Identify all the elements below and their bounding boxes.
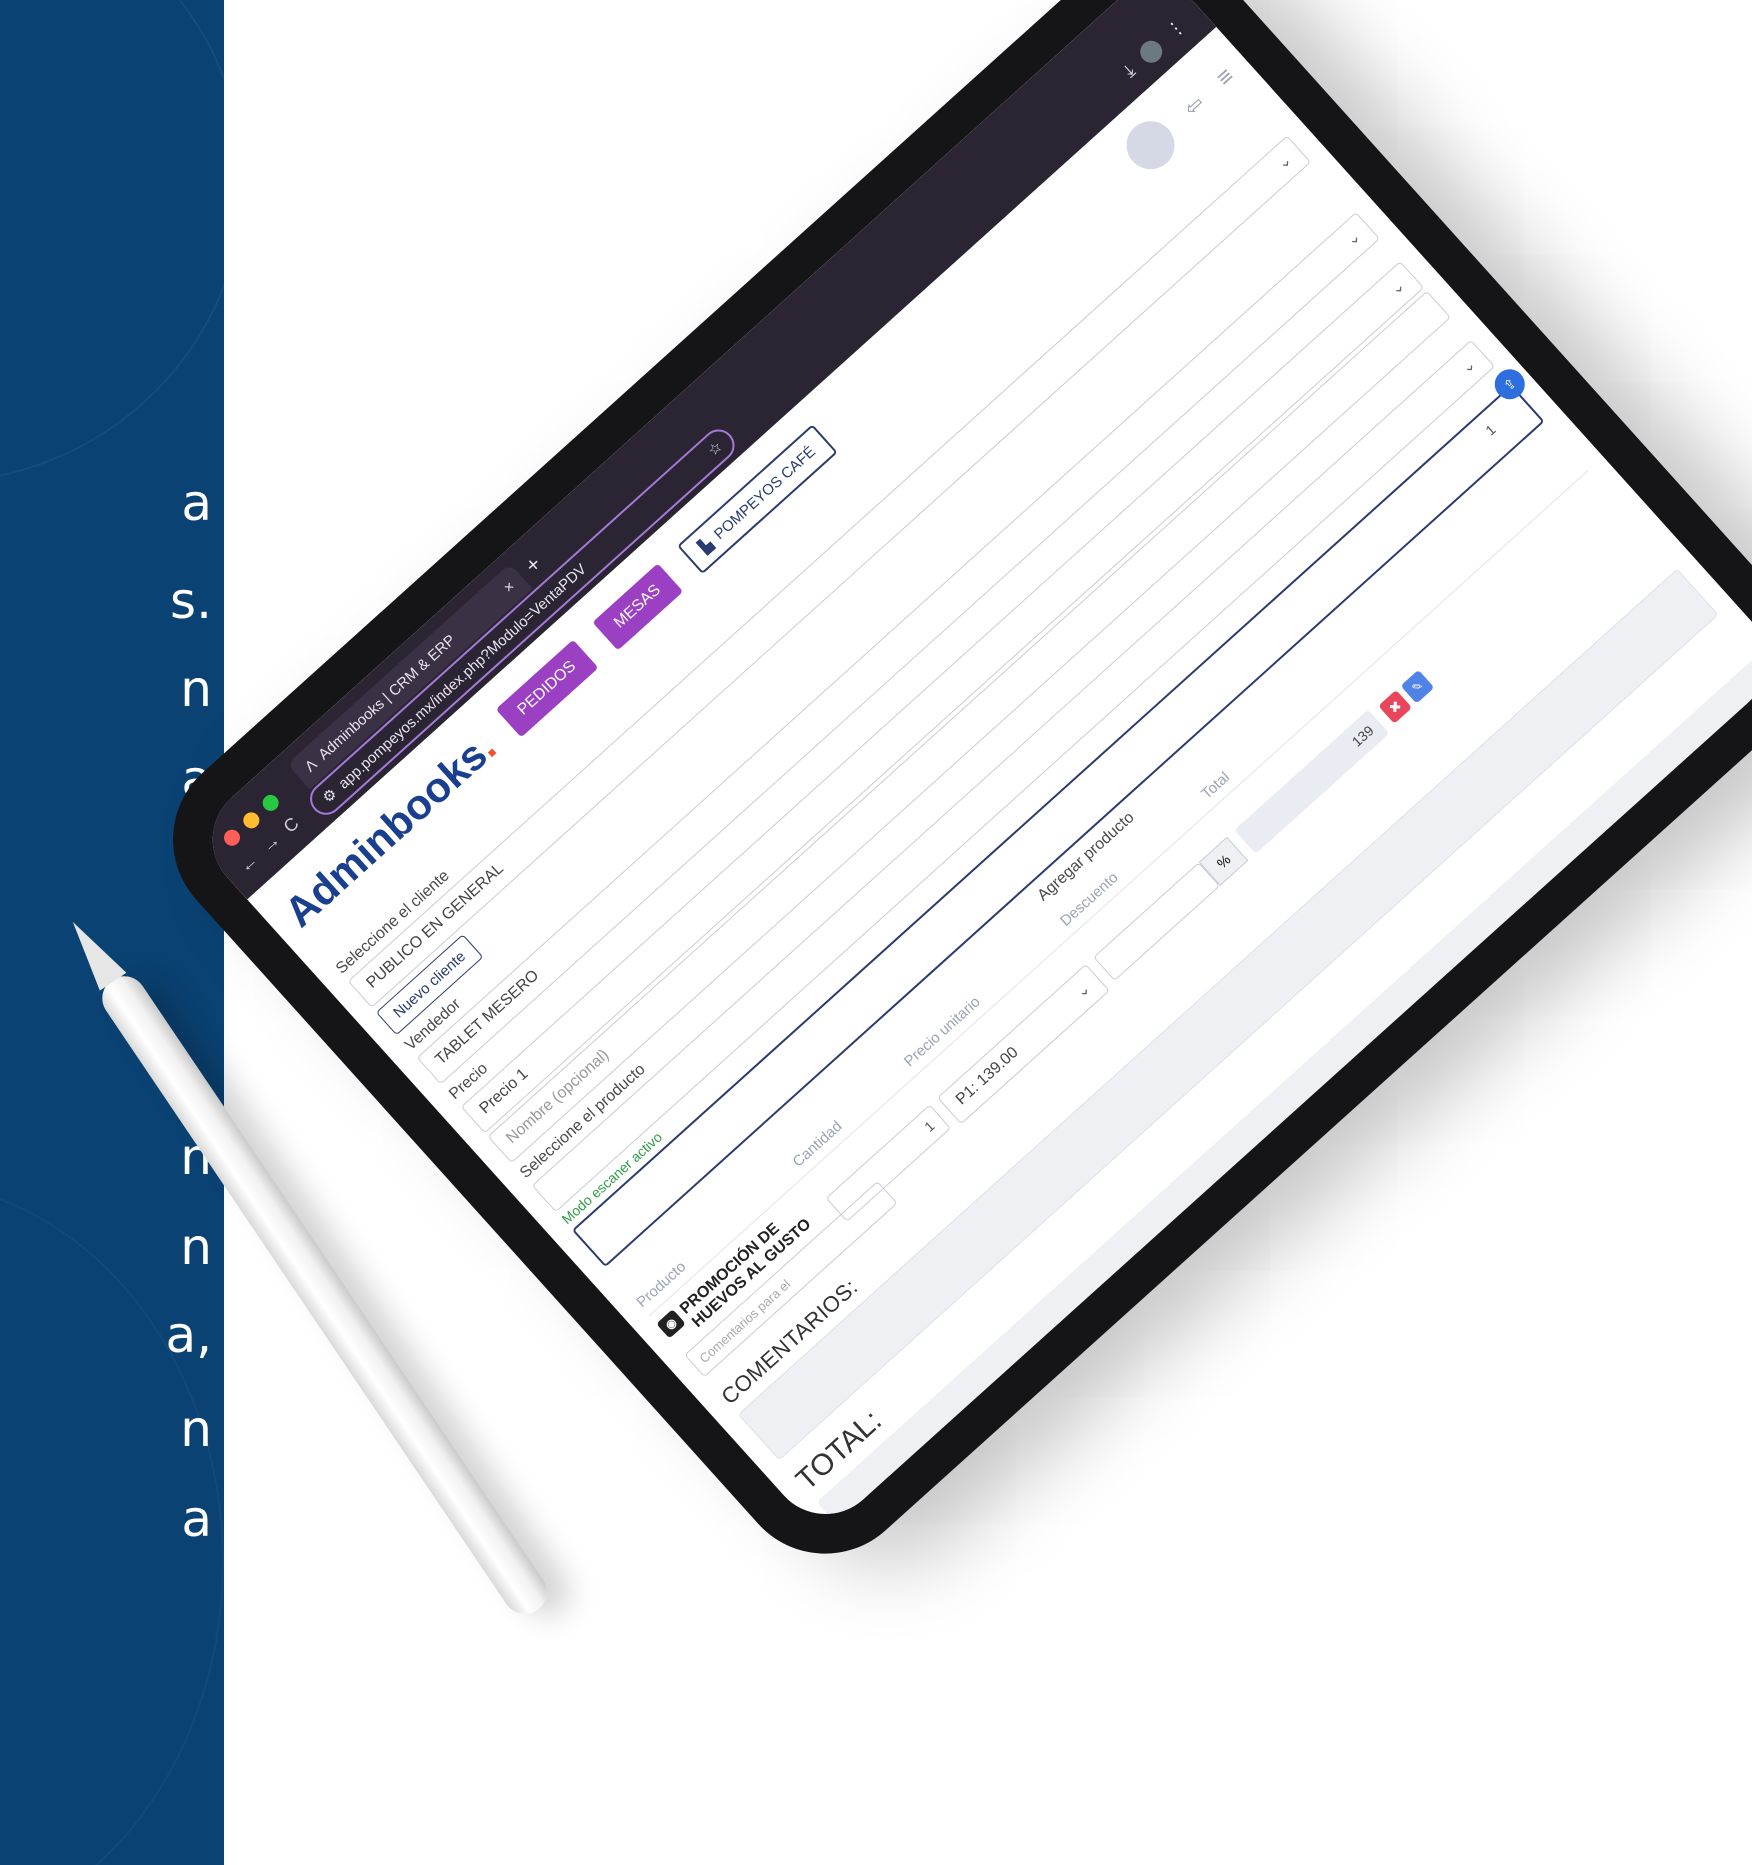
chevron-down-icon: ⌄ — [1387, 277, 1409, 299]
text-fragment: a — [181, 1490, 212, 1548]
text-fragment: n — [180, 660, 212, 718]
bookmark-star-icon[interactable]: ☆ — [704, 437, 726, 460]
text-fragment: a — [181, 474, 212, 532]
tablet-screen: Λ Adminbooks | CRM & ERP × + ← → C ⚙ app… — [189, 0, 1752, 1538]
unit-price-select[interactable]: P1: 139.00 ⌄ — [937, 963, 1110, 1125]
factory-icon: ▙ — [696, 535, 717, 557]
hamburger-menu-icon[interactable]: ≡ — [1211, 63, 1240, 93]
chevron-down-icon: ⌄ — [1072, 980, 1095, 1002]
decorative-curve — [0, 0, 224, 484]
reload-icon[interactable]: C — [280, 813, 304, 837]
chevron-down-icon: ⌄ — [1274, 151, 1296, 174]
new-tab-button[interactable]: + — [520, 551, 547, 579]
text-fragment: a, — [165, 1306, 212, 1364]
user-avatar[interactable] — [1116, 111, 1185, 180]
more-menu-icon[interactable]: ⋮ — [1162, 15, 1190, 43]
download-icon[interactable]: ⤓ — [1119, 60, 1140, 82]
site-settings-icon[interactable]: ⚙ — [319, 784, 340, 807]
chevron-down-icon: ⌄ — [1458, 355, 1480, 378]
maximize-window-icon[interactable] — [259, 791, 282, 815]
edit-row-icon[interactable]: ✎ — [1400, 669, 1435, 704]
left-brand-panel: a s. n a n n a, n a — [0, 0, 224, 1865]
minimize-window-icon[interactable] — [240, 809, 263, 832]
back-icon[interactable]: ← — [235, 850, 262, 878]
tab-close-icon[interactable]: × — [500, 578, 518, 596]
chevron-down-icon: ⌄ — [1343, 228, 1365, 250]
text-fragment: n — [180, 1400, 212, 1458]
logout-icon[interactable]: ⇦ — [1179, 90, 1210, 122]
text-fragment: n — [180, 1218, 212, 1276]
text-fragment: s. — [170, 572, 212, 630]
delete-row-icon[interactable]: ✖ — [1378, 689, 1413, 724]
tab-favicon-icon: Λ — [301, 755, 321, 776]
close-window-icon[interactable] — [220, 826, 244, 850]
scanner-quantity: 1 — [1482, 421, 1499, 439]
row-actions: ✖ ✎ — [1378, 666, 1439, 724]
profile-avatar-icon[interactable] — [1135, 36, 1167, 68]
forward-icon[interactable]: → — [257, 830, 284, 858]
unit-price-value: P1: 139.00 — [952, 1043, 1022, 1109]
camera-icon[interactable]: ◉ — [656, 1309, 686, 1339]
add-product-icon[interactable]: ⇪ — [1488, 363, 1531, 406]
